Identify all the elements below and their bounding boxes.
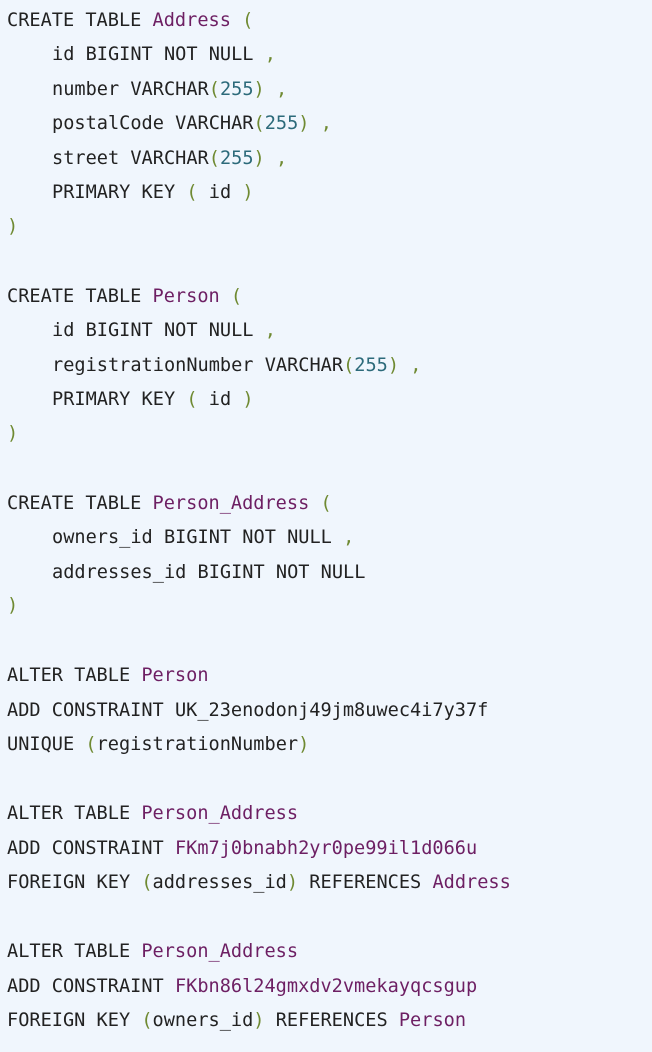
column-def-line: street VARCHAR(255) , xyxy=(52,148,288,169)
primary-key-line: PRIMARY KEY ( id ) xyxy=(52,182,254,203)
column-def-line: addresses_id BIGINT NOT NULL xyxy=(52,562,366,583)
alter-table-line: ALTER TABLE Person_Address xyxy=(7,941,299,962)
column-def-line: id BIGINT NOT NULL , xyxy=(52,320,276,341)
add-constraint-line: ADD CONSTRAINT UK_23enodonj49jm8uwec4i7y… xyxy=(7,700,489,721)
alter-table-line: ALTER TABLE Person_Address xyxy=(7,803,299,824)
column-def-line: owners_id BIGINT NOT NULL , xyxy=(52,527,355,548)
unique-line: UNIQUE (registrationNumber) xyxy=(7,734,310,755)
table-name: Person_Address xyxy=(152,493,310,514)
add-constraint-line: ADD CONSTRAINT FKm7j0bnabh2yr0pe99il1d06… xyxy=(7,838,478,859)
close-paren-line: ) xyxy=(7,595,19,616)
column-def-line: postalCode VARCHAR(255) , xyxy=(52,113,332,134)
add-constraint-line: ADD CONSTRAINT FKbn86l24gmxdv2vmekayqcsg… xyxy=(7,976,478,997)
close-paren-line: ) xyxy=(7,423,19,444)
create-table-person-line: CREATE TABLE Person ( xyxy=(7,286,243,307)
table-name: Person xyxy=(152,286,220,307)
alter-table-line: ALTER TABLE Person xyxy=(7,665,209,686)
close-paren-line: ) xyxy=(7,216,19,237)
create-table-address-line: CREATE TABLE Address ( xyxy=(7,10,254,31)
foreign-key-line: FOREIGN KEY (owners_id) REFERENCES Perso… xyxy=(7,1010,467,1031)
primary-key-line: PRIMARY KEY ( id ) xyxy=(52,389,254,410)
column-def-line: number VARCHAR(255) , xyxy=(52,79,288,100)
foreign-key-line: FOREIGN KEY (addresses_id) REFERENCES Ad… xyxy=(7,872,511,893)
column-def-line: registrationNumber VARCHAR(255) , xyxy=(52,355,422,376)
table-name: Address xyxy=(152,10,231,31)
create-table-person-address-line: CREATE TABLE Person_Address ( xyxy=(7,493,332,514)
column-def-line: id BIGINT NOT NULL , xyxy=(52,44,276,65)
